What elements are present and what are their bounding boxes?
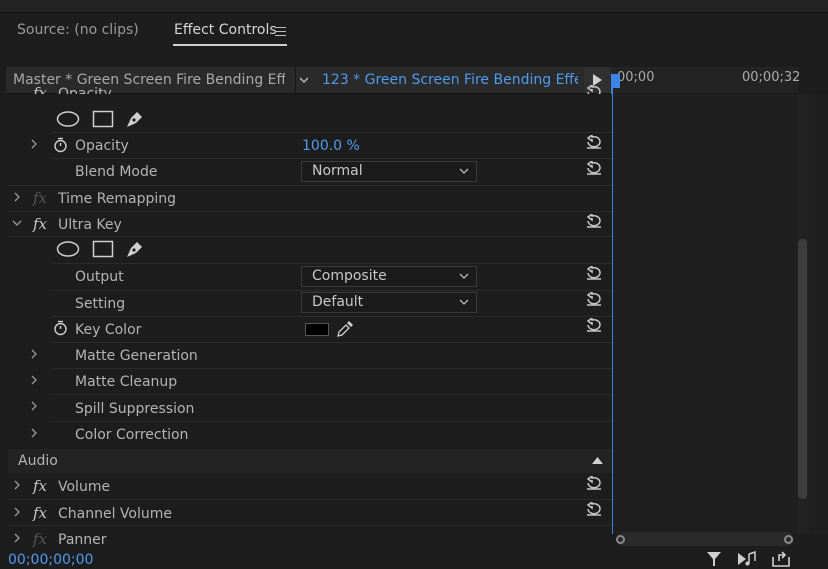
color-correction-label: Color Correction — [75, 427, 189, 443]
channel-volume-label: Channel Volume — [58, 506, 172, 522]
top-bar — [0, 0, 828, 13]
chevron-down-icon — [459, 168, 469, 174]
zoom-handle-left[interactable] — [616, 535, 625, 544]
ellipse-mask-icon[interactable] — [56, 241, 80, 257]
chevron-right-icon[interactable] — [13, 480, 21, 490]
chevron-down-icon — [459, 299, 469, 305]
row-divider — [52, 342, 612, 343]
matte-cleanup-label: Matte Cleanup — [75, 374, 178, 390]
setting-dropdown[interactable]: Default — [301, 292, 477, 313]
row-divider — [52, 394, 612, 395]
chevron-right-icon[interactable] — [30, 375, 38, 385]
matte-generation-label: Matte Generation — [75, 348, 198, 364]
output-label: Output — [75, 269, 124, 285]
opacity-label: Opacity — [75, 138, 129, 154]
time-remapping-label: Time Remapping — [58, 191, 177, 207]
chevron-down-icon[interactable] — [12, 219, 22, 227]
play-audio-icon[interactable] — [737, 551, 757, 567]
timeline-start-time: 00;00 — [617, 70, 655, 85]
opacity-value[interactable]: 100.0 % — [302, 138, 360, 154]
reset-icon[interactable] — [585, 476, 603, 490]
ultra-key-label: Ultra Key — [58, 217, 122, 233]
stopwatch-icon[interactable] — [53, 137, 68, 153]
pen-mask-icon[interactable] — [124, 238, 146, 260]
reset-icon[interactable] — [585, 161, 603, 175]
sequence-clip-label[interactable]: 123 * Green Screen Fire Bending Effects.… — [322, 72, 578, 88]
hamburger-icon[interactable] — [275, 27, 286, 36]
ellipse-mask-icon[interactable] — [56, 111, 80, 127]
chevron-right-icon[interactable] — [30, 401, 38, 411]
reset-icon[interactable] — [585, 266, 603, 280]
timeline-track-area[interactable] — [612, 94, 828, 534]
chevron-right-icon[interactable] — [30, 428, 38, 438]
reset-icon[interactable] — [585, 214, 603, 228]
export-icon[interactable] — [771, 551, 791, 567]
output-value: Composite — [312, 268, 387, 284]
reset-icon[interactable] — [585, 292, 603, 306]
audio-section-header[interactable] — [8, 449, 612, 473]
stopwatch-icon[interactable] — [53, 320, 68, 336]
setting-value: Default — [312, 294, 364, 310]
fx-icon[interactable]: fx — [33, 215, 47, 233]
rectangle-mask-icon[interactable] — [92, 240, 114, 258]
reset-icon[interactable] — [585, 502, 603, 516]
reset-icon[interactable] — [585, 318, 603, 332]
reset-icon[interactable] — [585, 135, 603, 149]
active-tab-indicator — [173, 44, 287, 46]
setting-label: Setting — [75, 296, 126, 312]
audio-label: Audio — [18, 453, 58, 469]
key-color-swatch[interactable] — [305, 323, 329, 336]
vertical-scrollbar-thumb[interactable] — [798, 239, 807, 499]
chevron-right-icon[interactable] — [13, 507, 21, 517]
row-divider — [52, 158, 612, 159]
tab-effect-controls[interactable]: Effect Controls — [174, 22, 277, 38]
row-divider — [52, 132, 612, 133]
fx-icon[interactable]: fx — [33, 504, 47, 522]
blend-mode-value: Normal — [312, 163, 363, 179]
row-divider — [52, 290, 612, 291]
row-divider — [52, 421, 612, 422]
spill-suppression-label: Spill Suppression — [75, 401, 195, 417]
collapse-up-icon[interactable] — [592, 457, 603, 464]
rectangle-mask-icon[interactable] — [92, 110, 114, 128]
playhead-handle[interactable] — [612, 74, 620, 88]
fx-icon[interactable]: fx — [33, 477, 47, 495]
scroll-mask — [8, 94, 612, 102]
eyedropper-icon[interactable] — [336, 320, 354, 338]
timeline-end-time: 00;00;32 — [742, 70, 801, 85]
row-divider — [8, 185, 612, 186]
zoom-handle-right[interactable] — [784, 535, 793, 544]
blend-mode-dropdown[interactable]: Normal — [301, 161, 477, 182]
row-divider — [8, 499, 612, 500]
fx-icon[interactable]: fx — [33, 530, 47, 548]
tab-source[interactable]: Source: (no clips) — [17, 22, 139, 38]
fx-icon[interactable]: fx — [33, 189, 47, 207]
chevron-down-icon[interactable] — [298, 74, 310, 86]
row-divider — [52, 316, 612, 317]
output-dropdown[interactable]: Composite — [301, 266, 477, 287]
footer-bar — [0, 547, 828, 569]
row-divider — [8, 236, 612, 237]
row-divider — [52, 263, 612, 264]
key-color-label: Key Color — [75, 322, 142, 338]
master-clip-label[interactable]: Master * Green Screen Fire Bending Effec… — [13, 72, 285, 88]
volume-label: Volume — [58, 479, 111, 495]
chevron-right-icon[interactable] — [30, 139, 38, 149]
blend-mode-label: Blend Mode — [75, 164, 158, 180]
chevron-down-icon — [459, 273, 469, 279]
row-divider — [8, 525, 612, 526]
divider — [295, 67, 296, 93]
filter-icon[interactable] — [706, 551, 722, 567]
panner-label: Panner — [58, 532, 107, 548]
footer-timecode[interactable]: 00;00;00;00 — [8, 552, 93, 568]
chevron-right-icon[interactable] — [13, 192, 21, 202]
chevron-right-icon[interactable] — [13, 533, 21, 543]
pen-mask-icon[interactable] — [124, 108, 146, 130]
horizontal-zoom-scrollbar[interactable] — [616, 532, 794, 546]
chevron-right-icon[interactable] — [30, 349, 38, 359]
row-divider — [8, 211, 612, 212]
row-divider — [52, 368, 612, 369]
